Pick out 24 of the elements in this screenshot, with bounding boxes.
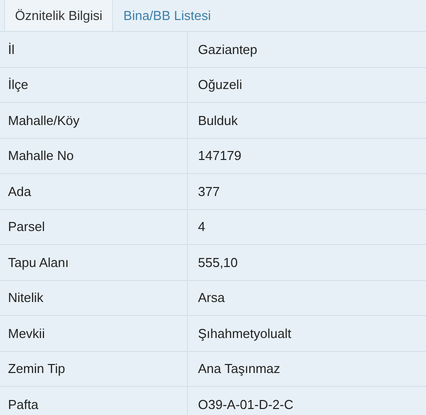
attribute-label: Mevkii [8, 326, 45, 341]
attribute-value: 4 [198, 219, 206, 234]
attribute-value: Şıhahmetyolualt [198, 326, 292, 341]
attribute-label: İl [8, 42, 14, 57]
attribute-value: 147179 [198, 148, 242, 164]
tab[interactable]: Öznitelik Bilgisi [4, 0, 114, 31]
attribute-label: Nitelik [8, 290, 44, 306]
attribute-value: Bulduk [198, 112, 238, 128]
attribute-value: 377 [198, 184, 220, 199]
attribute-label: Pafta [8, 396, 38, 412]
attribute-label: Mahalle No [8, 148, 74, 164]
tab[interactable]: Bina/BB Listesi [113, 0, 221, 31]
attribute-label: Parsel [8, 219, 45, 234]
attribute-value: O39-A-01-D-2-C [198, 396, 294, 412]
attribute-value: 555,10 [198, 254, 238, 270]
attribute-label: İlçe [8, 77, 28, 92]
attribute-label: Mahalle/Köy [8, 112, 80, 128]
attribute-label: Zemin Tip [8, 361, 66, 376]
attribute-label: Tapu Alanı [8, 254, 69, 270]
attribute-label: Ada [8, 184, 32, 199]
attribute-value: Ana Taşınmaz [198, 361, 280, 376]
attribute-value: Arsa [198, 290, 225, 306]
attribute-value: Gaziantep [198, 42, 258, 57]
attribute-value: Oğuzeli [198, 77, 242, 92]
